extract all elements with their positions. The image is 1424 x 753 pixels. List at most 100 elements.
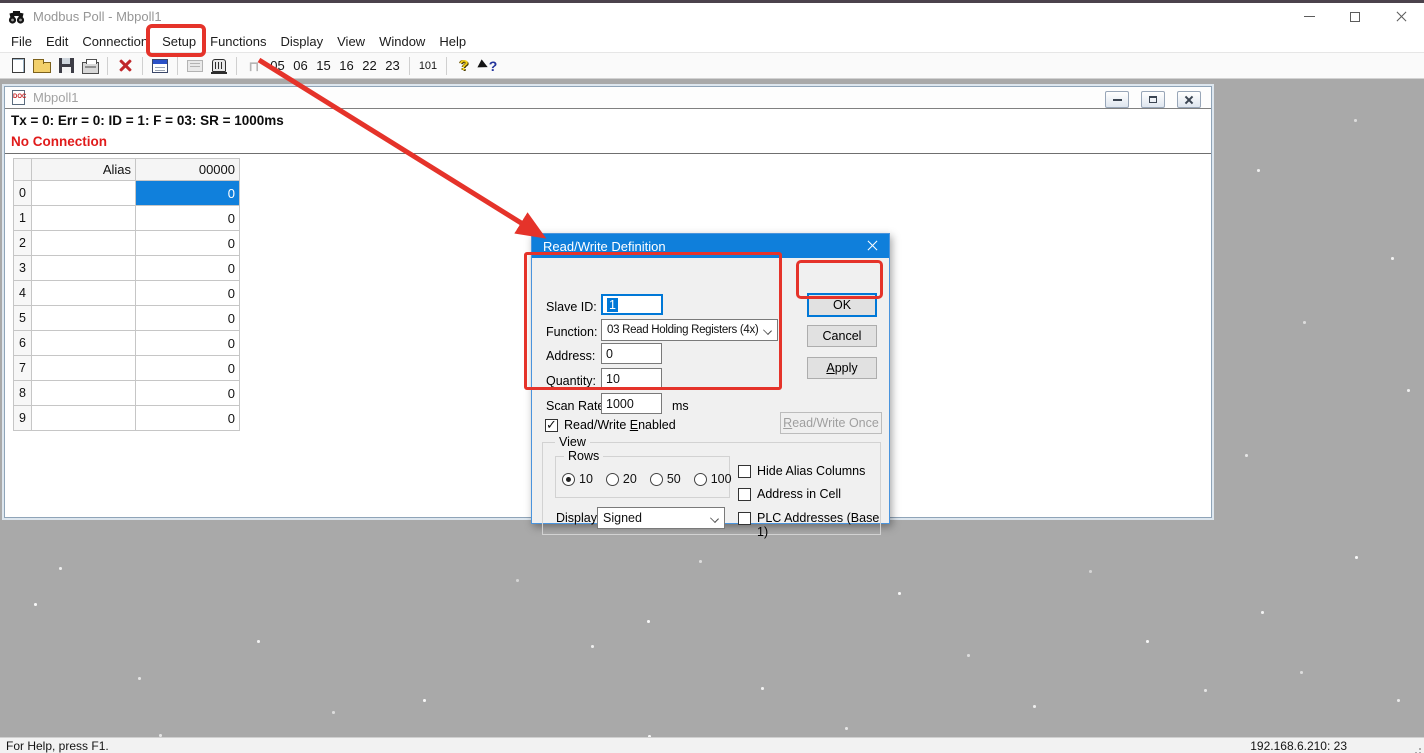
quantity-input[interactable]: 10 — [601, 368, 662, 389]
value-cell[interactable]: 0 — [136, 406, 240, 431]
function-23-button[interactable]: 23 — [381, 58, 404, 73]
resize-grip[interactable] — [1419, 748, 1421, 750]
row-number: 3 — [14, 256, 32, 281]
scan-rate-label: Scan Rate: — [546, 399, 608, 413]
single-poll-button[interactable]: ⊓ — [242, 54, 266, 77]
alias-cell[interactable] — [32, 406, 136, 431]
function-101-button[interactable]: 101 — [415, 60, 441, 72]
alias-cell[interactable] — [32, 181, 136, 206]
ok-button[interactable]: OK — [807, 293, 877, 317]
restore-icon — [1149, 96, 1157, 103]
close-button[interactable] — [1378, 3, 1424, 30]
menu-connection[interactable]: Connection — [75, 32, 155, 51]
disconnect-button[interactable] — [113, 54, 137, 77]
about-help-button[interactable]: ? — [452, 54, 476, 77]
new-file-icon — [12, 58, 25, 73]
rows-100-radio[interactable]: 100 — [694, 472, 732, 486]
communication-traffic-icon — [187, 60, 203, 72]
display-setup-button[interactable] — [148, 54, 172, 77]
doc-close-button[interactable] — [1177, 91, 1201, 108]
context-help-button[interactable]: ? — [476, 54, 500, 77]
function-15-button[interactable]: 15 — [312, 58, 335, 73]
row-number: 0 — [14, 181, 32, 206]
alias-cell[interactable] — [32, 256, 136, 281]
function-dropdown[interactable]: 03 Read Holding Registers (4x) — [601, 319, 778, 341]
menu-window[interactable]: Window — [372, 32, 432, 51]
menu-file[interactable]: File — [4, 32, 39, 51]
row-number: 1 — [14, 206, 32, 231]
plc-addresses-checkbox[interactable] — [738, 512, 751, 525]
window-icon — [152, 59, 168, 73]
save-button[interactable] — [54, 54, 78, 77]
toolbar-separator — [409, 57, 410, 75]
address-in-cell-label: Address in Cell — [757, 487, 841, 501]
apply-button[interactable]: Apply — [807, 357, 877, 379]
read-write-enabled-checkbox[interactable] — [545, 419, 558, 432]
rows-20-radio[interactable]: 20 — [606, 472, 637, 486]
menu-edit[interactable]: Edit — [39, 32, 75, 51]
alias-cell[interactable] — [32, 306, 136, 331]
doc-minimize-button[interactable] — [1105, 91, 1129, 108]
alias-column-header[interactable]: Alias — [32, 159, 136, 181]
cancel-button[interactable]: Cancel — [807, 325, 877, 347]
rows-50-radio[interactable]: 50 — [650, 472, 681, 486]
minimize-icon — [1113, 99, 1122, 101]
doc-icon: DOC — [12, 90, 25, 105]
function-16-button[interactable]: 16 — [335, 58, 358, 73]
menu-setup[interactable]: Setup — [155, 32, 203, 51]
menu-functions[interactable]: Functions — [203, 32, 273, 51]
maximize-button[interactable] — [1332, 3, 1378, 30]
doc-restore-button[interactable] — [1141, 91, 1165, 108]
alias-cell[interactable] — [32, 331, 136, 356]
address-in-cell-checkbox[interactable] — [738, 488, 751, 501]
connection-status: No Connection — [11, 134, 107, 149]
table-row: 00 — [14, 181, 240, 206]
value-cell[interactable]: 0 — [136, 206, 240, 231]
toolbar-separator — [177, 57, 178, 75]
alias-cell[interactable] — [32, 381, 136, 406]
communication-button[interactable] — [183, 54, 207, 77]
help-question-icon: ? — [459, 57, 468, 74]
alias-cell[interactable] — [32, 281, 136, 306]
view-group-label: View — [555, 435, 590, 449]
alias-cell[interactable] — [32, 231, 136, 256]
address-value: 0 — [606, 347, 613, 361]
value-cell[interactable]: 0 — [136, 306, 240, 331]
slave-id-input[interactable]: 1 — [601, 294, 663, 315]
open-file-button[interactable] — [30, 54, 54, 77]
new-file-button[interactable] — [6, 54, 30, 77]
top-edge-strip — [0, 0, 1424, 3]
value-cell[interactable]: 0 — [136, 381, 240, 406]
value-cell[interactable]: 0 — [136, 331, 240, 356]
value-cell[interactable]: 0 — [136, 256, 240, 281]
rows-group: Rows 10 20 50 100 — [555, 456, 730, 498]
address-input[interactable]: 0 — [601, 343, 662, 364]
rows-10-radio[interactable]: 10 — [562, 472, 593, 486]
menu-help[interactable]: Help — [432, 32, 473, 51]
value-cell[interactable]: 0 — [136, 281, 240, 306]
function-22-button[interactable]: 22 — [358, 58, 381, 73]
dialog-close-icon[interactable] — [866, 239, 879, 252]
function-05-button[interactable]: 05 — [266, 58, 289, 73]
value-cell-selected[interactable]: 0 — [136, 181, 240, 206]
value-cell[interactable]: 0 — [136, 231, 240, 256]
scan-rate-input[interactable]: 1000 — [601, 393, 662, 414]
register-column-header[interactable]: 00000 — [136, 159, 240, 181]
value-cell[interactable]: 0 — [136, 356, 240, 381]
alias-cell[interactable] — [32, 356, 136, 381]
hide-alias-columns-checkbox[interactable] — [738, 465, 751, 478]
function-06-button[interactable]: 06 — [289, 58, 312, 73]
menu-view[interactable]: View — [330, 32, 372, 51]
display-dropdown[interactable]: Signed — [597, 507, 725, 529]
toolbar-separator — [107, 57, 108, 75]
alias-cell[interactable] — [32, 206, 136, 231]
table-row: 60 — [14, 331, 240, 356]
print-button[interactable] — [78, 54, 102, 77]
radio-icon — [694, 473, 707, 486]
menu-display[interactable]: Display — [274, 32, 331, 51]
plc-addresses-label: PLC Addresses (Base 1) — [757, 511, 880, 539]
alarm-button[interactable] — [207, 54, 231, 77]
grid-corner-cell — [14, 159, 32, 181]
minimize-button[interactable] — [1286, 3, 1332, 30]
document-title-bar: DOC Mbpoll1 — [5, 87, 1211, 109]
